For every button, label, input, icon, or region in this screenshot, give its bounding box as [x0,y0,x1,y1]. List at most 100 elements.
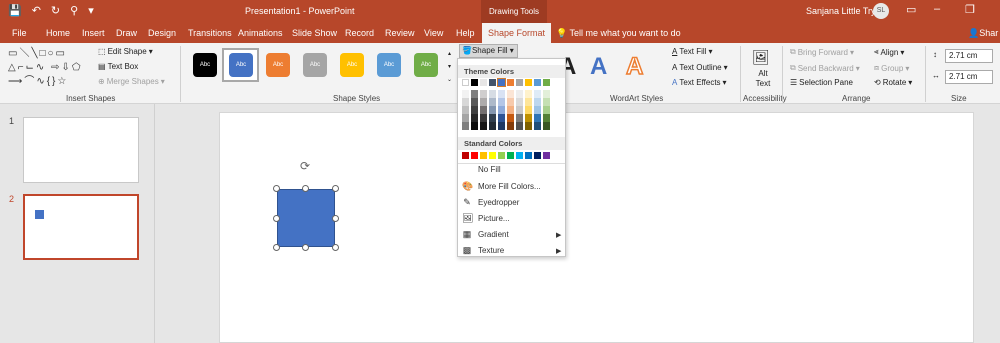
resize-handle[interactable] [332,185,339,192]
start-icon[interactable]: ⚲ [70,4,78,17]
no-fill-item[interactable]: No Fill [462,165,501,174]
theme-shade-swatch[interactable] [543,114,550,122]
eyedropper-item[interactable]: ✎ Eyedropper [462,197,519,208]
theme-shade-swatch[interactable] [489,114,496,122]
tab-slide-show[interactable]: Slide Show [292,28,337,38]
theme-shade-swatch[interactable] [471,98,478,106]
theme-color-swatch[interactable] [480,79,487,86]
theme-shade-swatch[interactable] [525,106,532,114]
shapes-gallery[interactable]: ▭＼╲□○▭ △⌐⌙∿ ⇨⇩⬠ ⟶⌒∿{}☆ [8,47,92,91]
theme-shade-swatch[interactable] [525,122,532,130]
theme-shade-swatch[interactable] [462,122,469,130]
theme-shade-swatch[interactable] [534,106,541,114]
theme-shade-swatch[interactable] [516,122,523,130]
standard-color-swatch[interactable] [480,152,487,159]
edit-shape-button[interactable]: ⬚ Edit Shape ▾ [98,47,153,56]
customize-qat-icon[interactable]: ▾ [88,4,94,17]
shape-style-6[interactable]: Abc [377,53,401,77]
rotation-handle-icon[interactable]: ⟳ [300,159,310,173]
theme-shade-swatch[interactable] [480,122,487,130]
theme-shade-swatch[interactable] [534,114,541,122]
group-button[interactable]: ⧈ Group ▾ [874,63,909,73]
theme-shade-swatch[interactable] [534,90,541,98]
theme-color-swatch[interactable] [543,79,550,86]
theme-shade-swatch[interactable] [489,122,496,130]
theme-color-swatch[interactable] [534,79,541,86]
picture-item[interactable]: 🖼 Picture... [462,213,510,224]
theme-shade-swatch[interactable] [498,106,505,114]
resize-handle[interactable] [302,244,309,251]
theme-color-swatch[interactable] [497,78,506,87]
tab-help[interactable]: Help [456,28,475,38]
theme-shade-swatch[interactable] [507,90,514,98]
theme-shade-swatch[interactable] [543,90,550,98]
standard-color-swatch[interactable] [516,152,523,159]
merge-shapes-button[interactable]: ⊕ Merge Shapes ▾ [98,77,165,86]
theme-shade-swatch[interactable] [534,98,541,106]
theme-shade-swatch[interactable] [489,106,496,114]
selected-rectangle-shape[interactable] [277,189,335,247]
resize-handle[interactable] [273,215,280,222]
resize-handle[interactable] [302,185,309,192]
texture-item[interactable]: ▩ Texture ▶ [462,245,562,256]
theme-shade-swatch[interactable] [498,114,505,122]
wordart-style-blue[interactable]: A [590,53,607,81]
theme-shade-swatch[interactable] [516,98,523,106]
standard-color-swatch[interactable] [543,152,550,159]
tab-shape-format[interactable]: Shape Format [482,23,552,43]
rotate-button[interactable]: ⟲ Rotate ▾ [874,78,912,87]
standard-color-swatch[interactable] [489,152,496,159]
theme-shade-swatch[interactable] [498,98,505,106]
standard-color-swatch[interactable] [525,152,532,159]
restore-icon[interactable]: ❐ [965,3,975,16]
theme-color-swatch[interactable] [471,79,478,86]
theme-shade-swatch[interactable] [516,114,523,122]
theme-color-swatch[interactable] [516,79,523,86]
gradient-item[interactable]: ▦ Gradient ▶ [462,229,562,240]
theme-shade-swatch[interactable] [471,114,478,122]
theme-shade-swatch[interactable] [462,90,469,98]
theme-shade-swatch[interactable] [498,90,505,98]
tab-draw[interactable]: Draw [116,28,137,38]
standard-color-swatch[interactable] [507,152,514,159]
slide-thumbnail-2[interactable] [23,194,139,260]
theme-shade-swatch[interactable] [507,98,514,106]
theme-shade-swatch[interactable] [489,98,496,106]
theme-shade-swatch[interactable] [480,98,487,106]
theme-shade-swatch[interactable] [471,90,478,98]
theme-shade-swatch[interactable] [480,106,487,114]
save-icon[interactable]: 💾 [8,4,22,17]
tab-design[interactable]: Design [148,28,176,38]
theme-shade-swatch[interactable] [543,98,550,106]
text-box-button[interactable]: ▤ Text Box [98,62,138,71]
resize-handle[interactable] [332,244,339,251]
standard-color-swatch[interactable] [498,152,505,159]
standard-color-swatch[interactable] [534,152,541,159]
selection-pane-button[interactable]: ☰ Selection Pane [790,78,853,87]
theme-shade-swatch[interactable] [516,90,523,98]
theme-shade-swatch[interactable] [525,114,532,122]
height-field[interactable]: 2.71 cm [945,49,993,63]
shape-fill-button[interactable]: 🪣Shape Fill ▾ [459,44,518,58]
theme-shade-swatch[interactable] [507,122,514,130]
theme-shade-swatch[interactable] [462,114,469,122]
style-gallery-scroll[interactable]: ▴ ▾ ⌄ [447,49,452,86]
more-fill-colors-item[interactable]: 🎨 More Fill Colors... [462,181,541,192]
tab-transitions[interactable]: Transitions [188,28,232,38]
standard-color-swatch[interactable] [462,152,469,159]
theme-shade-swatch[interactable] [471,122,478,130]
tab-record[interactable]: Record [345,28,374,38]
theme-color-swatch[interactable] [462,79,469,86]
resize-handle[interactable] [273,244,280,251]
tab-home[interactable]: Home [46,28,70,38]
share-button[interactable]: 👤Shar [968,28,998,39]
theme-shade-swatch[interactable] [543,106,550,114]
shape-style-7[interactable]: Abc [414,53,438,77]
theme-shade-swatch[interactable] [525,98,532,106]
text-fill-button[interactable]: A Text Fill ▾ [672,47,712,56]
user-name[interactable]: Sanjana Little Try [806,6,876,16]
avatar[interactable]: SL [873,3,889,19]
tab-review[interactable]: Review [385,28,415,38]
tab-insert[interactable]: Insert [82,28,105,38]
tell-me-search[interactable]: 💡 Tell me what you want to do [556,28,681,39]
